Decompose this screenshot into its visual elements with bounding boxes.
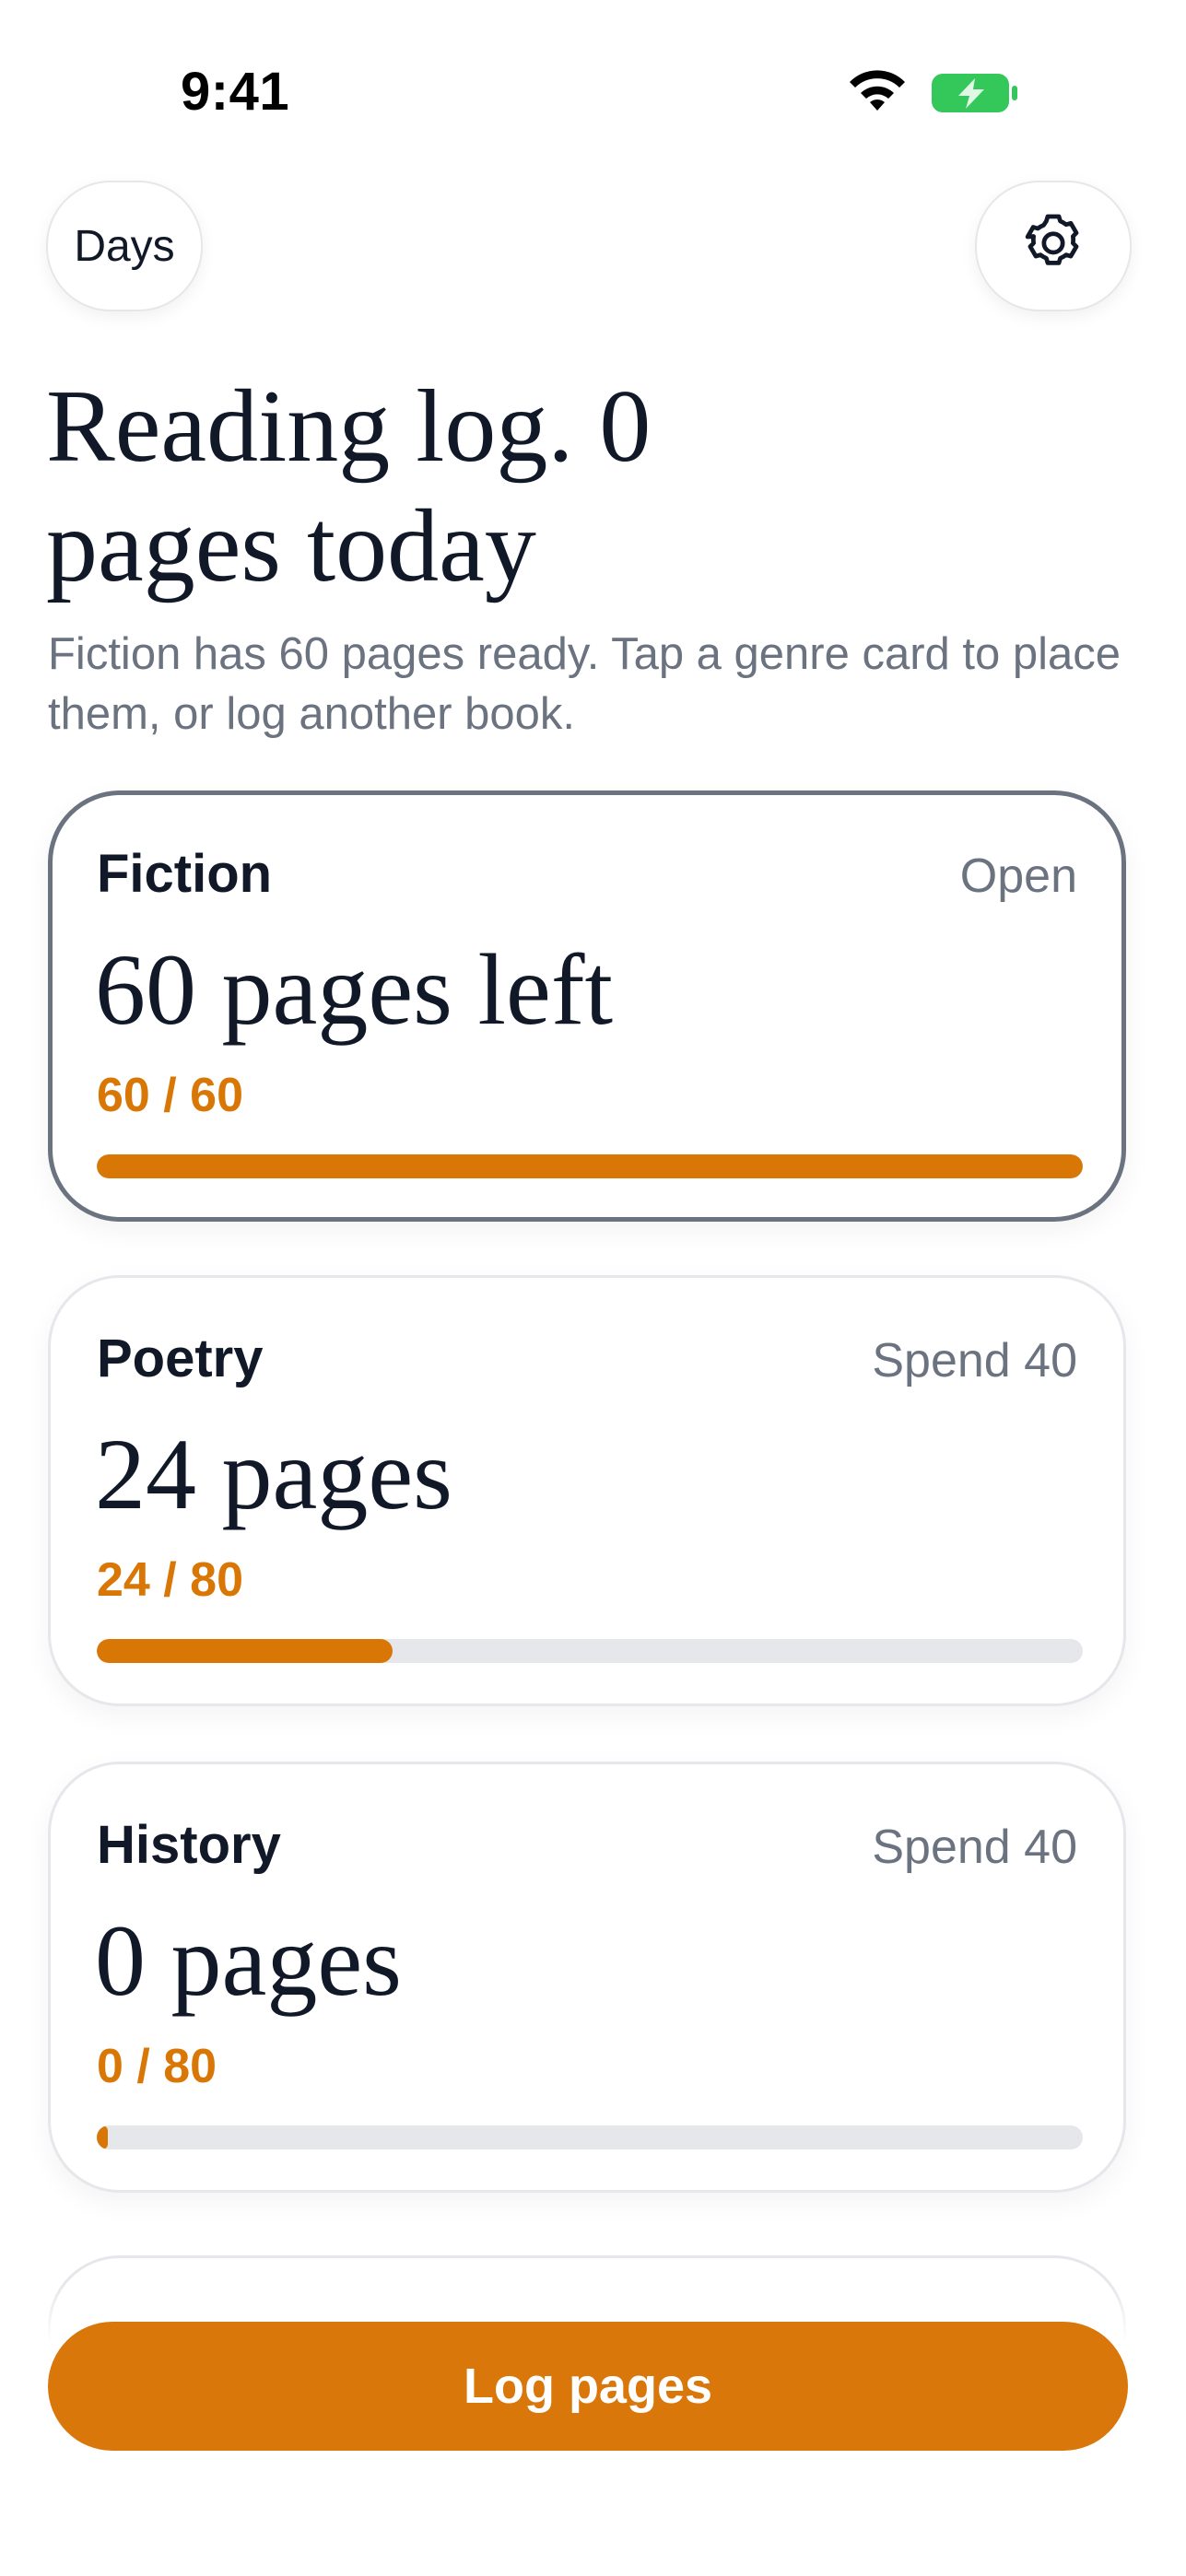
- progress-track: [97, 1639, 1083, 1663]
- card-action[interactable]: Spend 40: [872, 1820, 1077, 1875]
- status-time: 9:41: [181, 62, 290, 122]
- genre-card-fiction[interactable]: Fiction Open 60 pages left 60 / 60: [48, 790, 1126, 1222]
- card-progress-text: 60 / 60: [97, 1069, 244, 1122]
- progress-fill: [97, 1154, 1083, 1178]
- page-subtitle: Fiction has 60 pages ready. Tap a genre …: [48, 629, 1121, 739]
- progress-track: [97, 2125, 1083, 2149]
- card-progress-text: 24 / 80: [97, 1553, 244, 1607]
- card-amount: 24 pages: [95, 1418, 452, 1530]
- settings-button[interactable]: [975, 181, 1132, 311]
- progress-fill: [97, 1639, 393, 1663]
- progress-fill: [97, 2125, 108, 2149]
- days-button[interactable]: Days: [46, 181, 203, 311]
- status-bar: 9:41: [0, 0, 1186, 184]
- card-progress-text: 0 / 80: [97, 2040, 217, 2093]
- wifi-icon: [850, 70, 905, 111]
- log-pages-button[interactable]: Log pages: [48, 2322, 1128, 2451]
- page-title: Reading log. 0 pages today: [46, 369, 652, 603]
- battery-charging-icon: [932, 74, 1017, 112]
- card-action[interactable]: Spend 40: [872, 1333, 1077, 1388]
- gear-icon: [1025, 214, 1079, 265]
- card-name: Fiction: [97, 844, 273, 904]
- card-amount: 60 pages left: [95, 933, 614, 1046]
- progress-track: [97, 1154, 1083, 1178]
- genre-card-poetry[interactable]: Poetry Spend 40 24 pages 24 / 80: [48, 1275, 1126, 1706]
- card-amount: 0 pages: [95, 1904, 402, 2017]
- genre-card-history[interactable]: History Spend 40 0 pages 0 / 80: [48, 1762, 1126, 2193]
- card-action[interactable]: Open: [960, 849, 1077, 904]
- card-name: Poetry: [97, 1329, 264, 1388]
- card-name: History: [97, 1815, 281, 1875]
